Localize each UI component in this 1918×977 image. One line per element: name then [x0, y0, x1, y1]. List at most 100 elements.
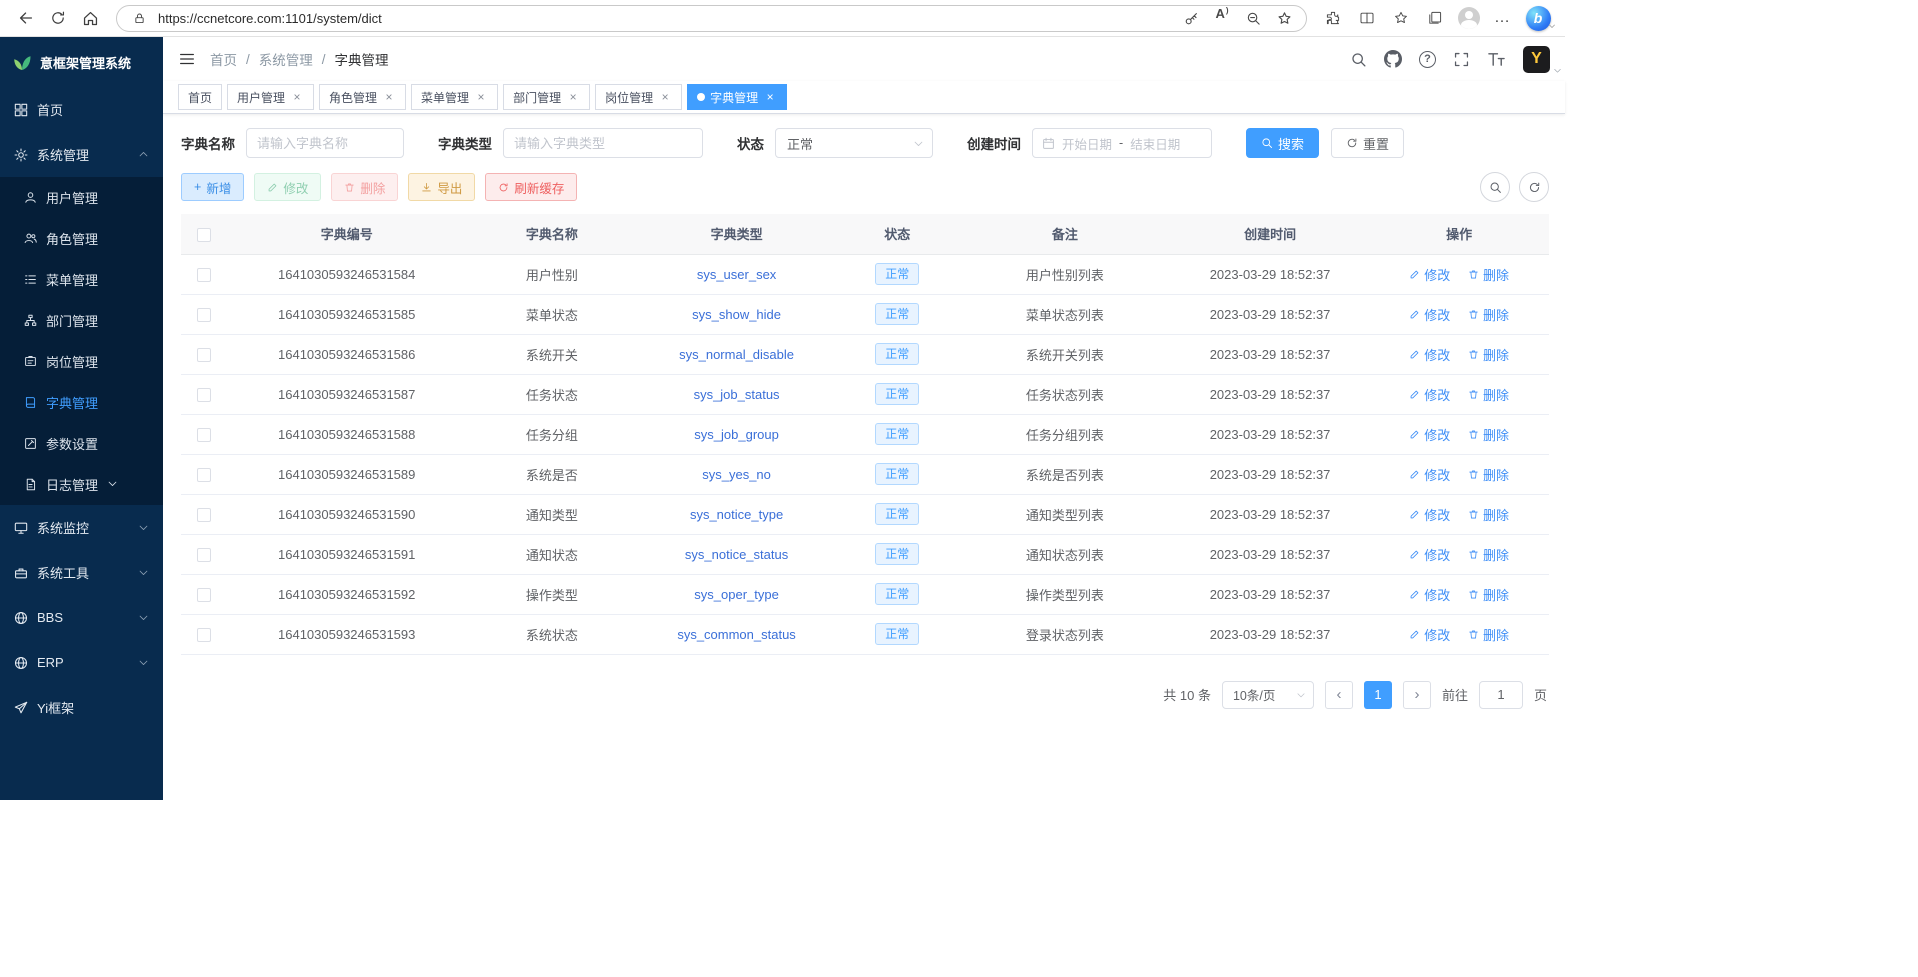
dict-type-link[interactable]: sys_yes_no	[702, 467, 771, 482]
row-edit-button[interactable]: 修改	[1409, 305, 1450, 324]
sidebar-item-erp[interactable]: ERP	[0, 640, 163, 685]
refresh-cache-button[interactable]: 刷新缓存	[485, 173, 577, 201]
sidebar-item-system-tools[interactable]: 系统工具	[0, 550, 163, 595]
profile-avatar[interactable]	[1453, 4, 1484, 33]
row-edit-button[interactable]: 修改	[1409, 505, 1450, 524]
prev-page-button[interactable]: ‹	[1325, 681, 1353, 709]
select-all-checkbox[interactable]	[197, 228, 211, 242]
tab-home[interactable]: 首页	[178, 84, 222, 110]
close-icon[interactable]: ×	[658, 90, 672, 104]
row-checkbox[interactable]	[197, 348, 211, 362]
row-delete-button[interactable]: 删除	[1468, 385, 1509, 404]
sidebar-item-log-mgmt[interactable]: 日志管理	[0, 464, 163, 505]
dict-type-link[interactable]: sys_job_group	[694, 427, 779, 442]
row-edit-button[interactable]: 修改	[1409, 545, 1450, 564]
current-page-button[interactable]: 1	[1364, 681, 1392, 709]
dict-name-input[interactable]	[246, 128, 404, 158]
row-delete-button[interactable]: 删除	[1468, 425, 1509, 444]
page-size-select[interactable]: 10条/页	[1222, 681, 1314, 709]
sidebar-item-yi-framework[interactable]: Yi框架	[0, 685, 163, 730]
sidebar-item-bbs[interactable]: BBS	[0, 595, 163, 640]
date-range-picker[interactable]: 开始日期 - 结束日期	[1032, 128, 1212, 158]
row-delete-button[interactable]: 删除	[1468, 585, 1509, 604]
tab-post-mgmt[interactable]: 岗位管理 ×	[595, 84, 682, 110]
search-button[interactable]: 搜索	[1246, 128, 1319, 158]
url-bar[interactable]: https://ccnetcore.com:1101/system/dict A…	[116, 5, 1307, 32]
row-edit-button[interactable]: 修改	[1409, 625, 1450, 644]
row-checkbox[interactable]	[197, 548, 211, 562]
tab-dept-mgmt[interactable]: 部门管理 ×	[503, 84, 590, 110]
status-select[interactable]: 正常	[775, 128, 933, 158]
sidebar-item-role-mgmt[interactable]: 角色管理	[0, 218, 163, 259]
row-checkbox[interactable]	[197, 588, 211, 602]
reset-button[interactable]: 重置	[1331, 128, 1404, 158]
row-delete-button[interactable]: 删除	[1468, 265, 1509, 284]
fullscreen-icon[interactable]	[1453, 51, 1470, 68]
row-delete-button[interactable]: 删除	[1468, 625, 1509, 644]
search-icon[interactable]	[1350, 51, 1367, 68]
dict-type-link[interactable]: sys_common_status	[677, 627, 796, 642]
refresh-button[interactable]	[42, 3, 74, 33]
row-delete-button[interactable]: 删除	[1468, 465, 1509, 484]
sidebar-item-menu-mgmt[interactable]: 菜单管理	[0, 259, 163, 300]
favorite-add-icon[interactable]	[1272, 6, 1296, 30]
dict-type-link[interactable]: sys_job_status	[694, 387, 780, 402]
close-icon[interactable]: ×	[382, 90, 396, 104]
dict-type-link[interactable]: sys_user_sex	[697, 267, 776, 282]
sidebar-item-user-mgmt[interactable]: 用户管理	[0, 177, 163, 218]
add-button[interactable]: + 新增	[181, 173, 244, 201]
row-edit-button[interactable]: 修改	[1409, 345, 1450, 364]
next-page-button[interactable]: ›	[1403, 681, 1431, 709]
collections-icon[interactable]	[1419, 4, 1450, 33]
row-checkbox[interactable]	[197, 468, 211, 482]
home-button[interactable]	[74, 3, 106, 33]
bing-copilot-icon[interactable]: b	[1521, 3, 1555, 33]
tab-dict-mgmt[interactable]: 字典管理 ×	[687, 84, 787, 110]
export-button[interactable]: 导出	[408, 173, 475, 201]
refresh-table-button[interactable]	[1519, 172, 1549, 202]
sidebar-toggle-icon[interactable]	[178, 50, 196, 68]
sidebar-item-param-settings[interactable]: 参数设置	[0, 423, 163, 464]
edit-button[interactable]: 修改	[254, 173, 321, 201]
row-delete-button[interactable]: 删除	[1468, 305, 1509, 324]
close-icon[interactable]: ×	[763, 90, 777, 104]
close-icon[interactable]: ×	[566, 90, 580, 104]
sidebar-item-dept-mgmt[interactable]: 部门管理	[0, 300, 163, 341]
breadcrumb-system-mgmt[interactable]: 系统管理	[259, 49, 313, 69]
back-button[interactable]	[10, 3, 42, 33]
row-edit-button[interactable]: 修改	[1409, 585, 1450, 604]
help-icon[interactable]: ?	[1419, 51, 1436, 68]
app-logo[interactable]: 意框架管理系统	[0, 37, 163, 87]
row-edit-button[interactable]: 修改	[1409, 465, 1450, 484]
extensions-icon[interactable]	[1317, 4, 1348, 33]
dict-type-link[interactable]: sys_oper_type	[694, 587, 779, 602]
favorites-bar-icon[interactable]	[1385, 4, 1416, 33]
dict-type-link[interactable]: sys_normal_disable	[679, 347, 794, 362]
password-key-icon[interactable]	[1179, 6, 1203, 30]
font-size-icon[interactable]	[1487, 51, 1506, 68]
row-checkbox[interactable]	[197, 268, 211, 282]
sidebar-item-system-mgmt[interactable]: 系统管理	[0, 132, 163, 177]
settings-menu-icon[interactable]: …	[1487, 4, 1518, 33]
row-checkbox[interactable]	[197, 508, 211, 522]
split-screen-icon[interactable]	[1351, 4, 1382, 33]
delete-button[interactable]: 删除	[331, 173, 398, 201]
dict-type-link[interactable]: sys_show_hide	[692, 307, 781, 322]
row-delete-button[interactable]: 删除	[1468, 345, 1509, 364]
row-checkbox[interactable]	[197, 308, 211, 322]
close-icon[interactable]: ×	[290, 90, 304, 104]
tab-user-mgmt[interactable]: 用户管理 ×	[227, 84, 314, 110]
sidebar-item-dict-mgmt[interactable]: 字典管理	[0, 382, 163, 423]
sidebar-item-system-monitor[interactable]: 系统监控	[0, 505, 163, 550]
github-icon[interactable]	[1384, 50, 1402, 68]
row-delete-button[interactable]: 删除	[1468, 545, 1509, 564]
sidebar-item-home[interactable]: 首页	[0, 87, 163, 132]
dict-type-input[interactable]	[503, 128, 703, 158]
goto-page-input[interactable]	[1479, 681, 1523, 709]
close-icon[interactable]: ×	[474, 90, 488, 104]
sidebar-item-post-mgmt[interactable]: 岗位管理	[0, 341, 163, 382]
row-edit-button[interactable]: 修改	[1409, 425, 1450, 444]
breadcrumb-home[interactable]: 首页	[210, 49, 237, 69]
read-aloud-icon[interactable]: A)	[1210, 6, 1234, 30]
tab-role-mgmt[interactable]: 角色管理 ×	[319, 84, 406, 110]
